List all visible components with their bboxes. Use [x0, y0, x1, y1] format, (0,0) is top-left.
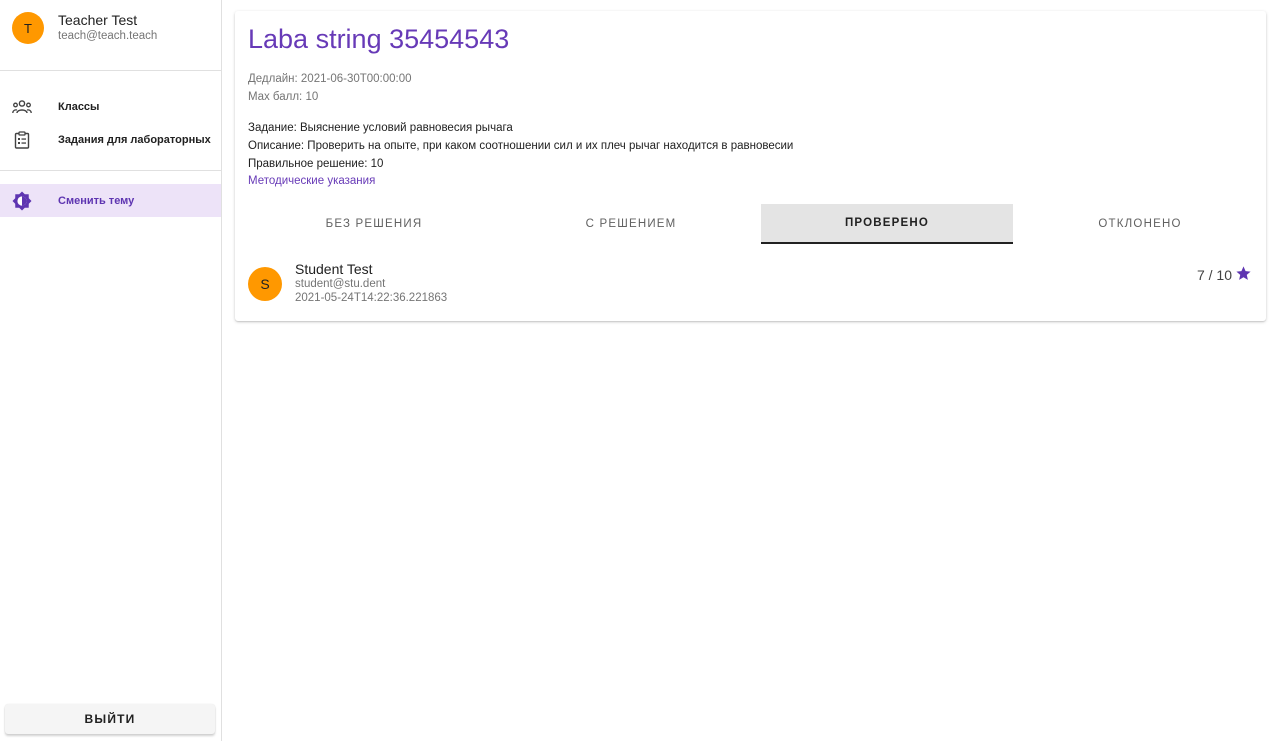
correct-answer-text: Правильное решение: 10 [248, 158, 384, 170]
deadline-text: Дедлайн: 2021-06-30T00:00:00 [248, 73, 412, 85]
tab-rejected[interactable]: ОТКЛОНЕНО [1014, 204, 1266, 244]
sidebar-item-change-theme[interactable]: Сменить тему [0, 184, 221, 217]
student-email: student@stu.dent [295, 278, 386, 290]
submission-tabs: БЕЗ РЕШЕНИЯ С РЕШЕНИЕМ ПРОВЕРЕНО ОТКЛОНЕ… [248, 204, 1253, 244]
assignment-card: Laba string 35454543 Дедлайн: 2021-06-30… [235, 11, 1266, 321]
guidelines-link[interactable]: Методические указания [248, 175, 375, 187]
description-text: Описание: Проверить на опыте, при каком … [248, 140, 794, 152]
score-value: 7 / 10 [1196, 267, 1232, 283]
avatar: T [12, 12, 44, 44]
sidebar-item-lab-tasks[interactable]: Задания для лабораторных [0, 123, 221, 156]
user-profile: T Teacher Test teach@teach.teach [0, 0, 221, 70]
clipboard-icon [12, 130, 32, 150]
list-item[interactable]: S Student Test student@stu.dent 2021-05-… [235, 261, 1266, 321]
divider [0, 70, 221, 71]
user-email: teach@teach.teach [58, 30, 158, 42]
tab-no-solution[interactable]: БЕЗ РЕШЕНИЯ [248, 204, 500, 244]
star-icon [1232, 265, 1252, 285]
submission-timestamp: 2021-05-24T14:22:36.221863 [295, 292, 448, 304]
sidebar-item-label: Задания для лабораторных [58, 133, 211, 146]
avatar: S [248, 267, 282, 301]
max-score-text: Max балл: 10 [248, 91, 319, 103]
sidebar-item-classes[interactable]: Классы [0, 90, 221, 123]
logout-button[interactable]: ВЫЙТИ [5, 704, 215, 734]
tab-with-solution[interactable]: С РЕШЕНИЕМ [505, 204, 757, 244]
tab-checked[interactable]: ПРОВЕРЕНО [761, 204, 1013, 244]
score: 7 / 10 [1197, 265, 1252, 285]
theme-icon [12, 191, 32, 211]
page-title: Laba string 35454543 [248, 24, 510, 54]
sidebar-item-label: Сменить тему [58, 194, 135, 207]
user-name: Teacher Test [58, 12, 138, 28]
sidebar-item-label: Классы [58, 100, 100, 113]
divider [0, 170, 221, 171]
group-icon [12, 97, 32, 117]
student-name: Student Test [295, 261, 373, 277]
sidebar: T Teacher Test teach@teach.teach Классы [0, 0, 222, 741]
task-text: Задание: Выяснение условий равновесия ры… [248, 122, 513, 134]
